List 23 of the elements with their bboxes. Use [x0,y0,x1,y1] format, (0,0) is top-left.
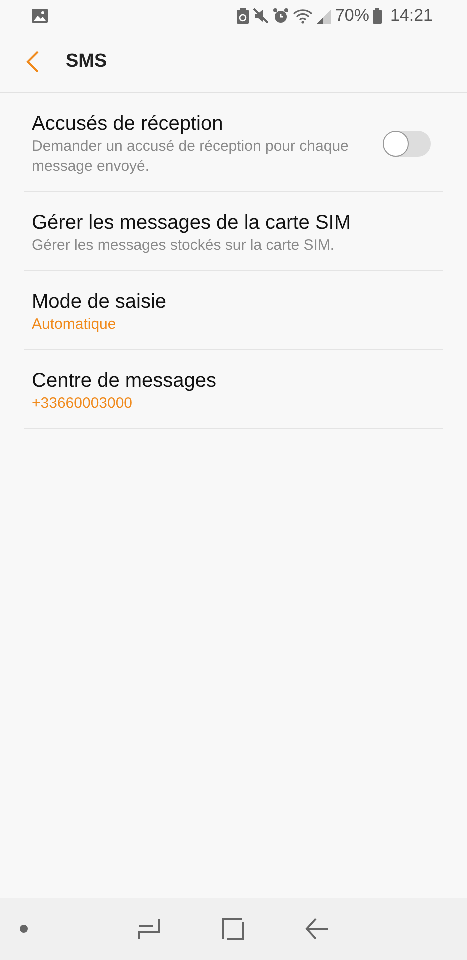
home-button[interactable] [222,918,244,940]
clock-time: 14:21 [390,5,433,28]
gallery-icon [32,9,48,23]
page-title: SMS [66,50,108,74]
battery-saver-icon [237,8,250,24]
mute-icon [253,8,270,24]
signal-icon [317,8,332,24]
toggle-switch[interactable] [383,131,431,157]
setting-description: Gérer les messages stockés sur la carte SIM. [32,236,336,256]
wifi-icon [293,8,314,24]
alarm-icon [273,8,290,24]
setting-description: Demander un accusé de réception pour chaque message envoyé. [32,137,350,177]
setting-value: +33660003000 [32,394,134,414]
setting-title[interactable]: Accusés de réception [32,111,383,137]
setting-title[interactable]: Centre de messages [32,368,435,394]
back-nav-button[interactable] [305,918,330,940]
dot-icon [20,925,28,933]
setting-value: Automatique [32,315,118,335]
battery-percent: 70% [335,5,370,28]
battery-icon [373,8,382,24]
recent-apps-button[interactable] [138,918,160,940]
setting-title[interactable]: Mode de saisie [32,289,435,315]
setting-title[interactable]: Gérer les messages de la carte SIM [32,210,435,236]
